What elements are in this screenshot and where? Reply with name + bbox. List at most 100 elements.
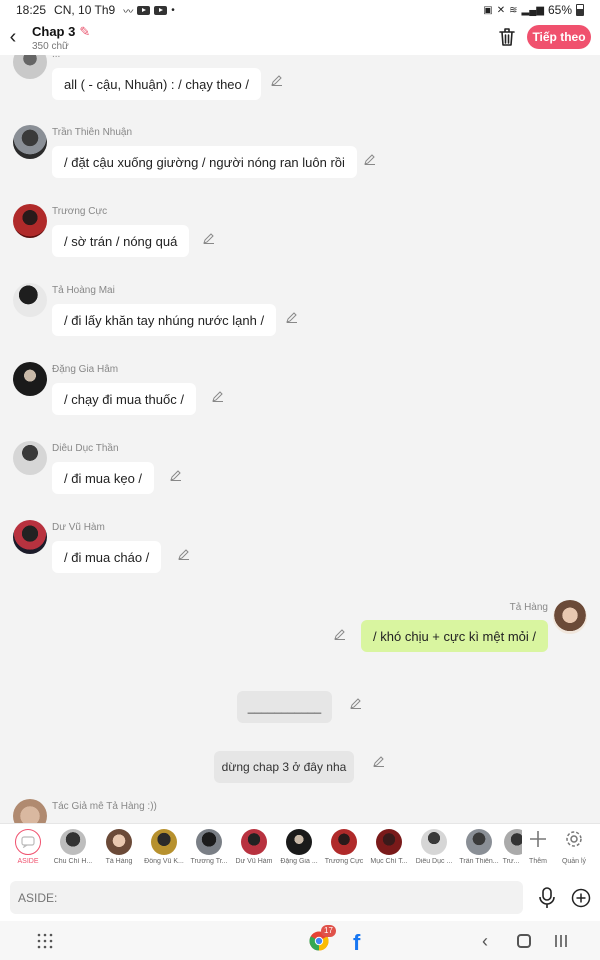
character-item[interactable]: Mục Chí T...	[367, 829, 411, 865]
aside-bubble[interactable]: dừng chap 3 ở đây nha	[214, 751, 354, 783]
avatar[interactable]	[553, 600, 587, 634]
character-item[interactable]: Diêu Dục ...	[412, 829, 456, 865]
chapter-title-text: Chap 3	[32, 24, 76, 39]
edit-icon[interactable]	[333, 627, 347, 641]
avatar[interactable]	[13, 283, 47, 317]
sender-name: Trương Cực	[52, 206, 108, 217]
gear-icon	[566, 831, 582, 847]
character-item[interactable]: Đồng Vũ K...	[142, 829, 186, 865]
back-arrow-icon[interactable]: ‹	[0, 26, 26, 49]
add-circle-icon[interactable]	[571, 888, 591, 908]
character-label: Trư...	[502, 858, 520, 865]
microphone-icon[interactable]	[538, 887, 556, 909]
plus-icon	[530, 831, 546, 847]
chat-area[interactable]: ... all ( - cậu, Nhuận) : / chạy theo / …	[0, 55, 600, 823]
sender-name: Trần Thiên Nhuận	[52, 127, 133, 138]
system-nav-bar: 17 f ‹	[0, 921, 600, 960]
battery-icon	[576, 4, 584, 16]
character-item[interactable]: Trần Thiên...	[457, 829, 501, 865]
avatar[interactable]	[13, 799, 47, 823]
character-item[interactable]: Trương Tr...	[187, 829, 231, 865]
youtube-icon	[137, 5, 151, 15]
character-label: Dư Vũ Hàm	[235, 858, 273, 865]
edit-icon[interactable]	[202, 231, 216, 245]
facebook-icon[interactable]: f	[353, 930, 373, 955]
character-label: Mục Chí T...	[370, 858, 408, 865]
character-item[interactable]: Tả Hàng	[97, 829, 141, 865]
message-bubble[interactable]: / khó chịu + cực kì mệt mỏi /	[361, 620, 548, 652]
avatar[interactable]	[13, 125, 47, 159]
notification-badge: 17	[321, 925, 336, 937]
avatar[interactable]	[13, 204, 47, 238]
title-block[interactable]: Chap 3 ✎ 350 chữ	[32, 24, 90, 52]
avatar[interactable]	[13, 362, 47, 396]
chapter-title: Chap 3 ✎	[32, 24, 90, 40]
character-aside[interactable]: ASIDE	[6, 829, 50, 865]
avatar	[376, 829, 402, 855]
avatar	[241, 829, 267, 855]
avatar	[60, 829, 86, 855]
battery-percent: 65%	[547, 3, 572, 17]
edit-icon[interactable]	[177, 547, 191, 561]
status-time: 18:25	[16, 3, 47, 17]
dot-icon: •	[171, 4, 175, 16]
message-bubble[interactable]: / đặt cậu xuống giường / người nóng ran …	[52, 146, 357, 178]
character-label: ASIDE	[17, 858, 39, 865]
character-item[interactable]: Dư Vũ Hàm	[232, 829, 276, 865]
character-label: Đồng Vũ K...	[144, 858, 184, 865]
character-item[interactable]: Đặng Gia ...	[277, 829, 321, 865]
avatar	[421, 829, 447, 855]
sender-name: Dư Vũ Hàm	[52, 522, 105, 533]
message-bubble[interactable]: / chạy đi mua thuốc /	[52, 383, 196, 415]
edit-icon[interactable]	[372, 754, 386, 768]
edit-icon[interactable]	[285, 310, 299, 324]
avatar	[286, 829, 312, 855]
message-bubble[interactable]: / đi lấy khăn tay nhúng nước lạnh /	[52, 304, 277, 336]
word-count: 350 chữ	[32, 40, 69, 52]
character-item[interactable]: Trư...	[500, 829, 522, 865]
avatar	[151, 829, 177, 855]
edit-icon[interactable]	[211, 389, 225, 403]
avatar	[466, 829, 492, 855]
message-bubble[interactable]: all ( - cậu, Nhuận) : / chạy theo /	[52, 68, 261, 100]
lock-icon: ▣	[483, 4, 493, 16]
character-item[interactable]: Trương Cực	[322, 829, 366, 865]
manage-label: Quản lý	[561, 858, 587, 865]
nav-back-icon[interactable]: ‹	[482, 931, 488, 952]
character-label: Trương Cực	[324, 858, 364, 865]
edit-icon[interactable]	[169, 468, 183, 482]
nav-recents-icon[interactable]	[554, 934, 568, 948]
sender-name: Tả Hoàng Mai	[52, 285, 115, 296]
avatar	[331, 829, 357, 855]
avatar[interactable]	[13, 520, 47, 554]
avatar[interactable]	[13, 441, 47, 475]
avatar	[196, 829, 222, 855]
avatar[interactable]	[13, 55, 47, 79]
avatar	[504, 829, 522, 855]
add-label: Thêm	[529, 858, 547, 865]
edit-title-icon[interactable]: ✎	[79, 24, 90, 40]
trash-icon[interactable]	[497, 26, 517, 48]
app-header: ‹ Chap 3 ✎ 350 chữ Tiếp theo	[0, 20, 600, 55]
wifi-icon: ≋	[509, 4, 518, 16]
manage-button[interactable]: Quản lý	[557, 829, 591, 865]
message-bubble[interactable]: / sờ trán / nóng quá	[52, 225, 190, 257]
app-drawer-icon[interactable]	[37, 933, 53, 949]
add-character-button[interactable]: Thêm	[521, 829, 555, 865]
composer	[0, 873, 600, 921]
sender-name: Diêu Dục Thần	[52, 443, 119, 454]
character-item[interactable]: Chu Chí H...	[51, 829, 95, 865]
edit-icon[interactable]	[270, 73, 284, 87]
status-bar: 18:25 CN, 10 Th9 〰 • ▣ ✕ ≋ ▂▄▆ 65%	[0, 0, 600, 20]
aside-bubble[interactable]: ___________	[237, 691, 332, 723]
character-label: Đặng Gia ...	[280, 858, 318, 865]
signature-icon: 〰	[123, 6, 134, 18]
edit-icon[interactable]	[363, 152, 377, 166]
message-input[interactable]	[10, 881, 523, 914]
nav-home-icon[interactable]	[517, 934, 531, 948]
message-bubble[interactable]: / đi mua kẹo /	[52, 462, 155, 494]
message-bubble[interactable]: / đi mua cháo /	[52, 541, 162, 573]
next-button[interactable]: Tiếp theo	[527, 25, 591, 49]
character-label: Trần Thiên...	[459, 858, 499, 865]
edit-icon[interactable]	[349, 696, 363, 710]
